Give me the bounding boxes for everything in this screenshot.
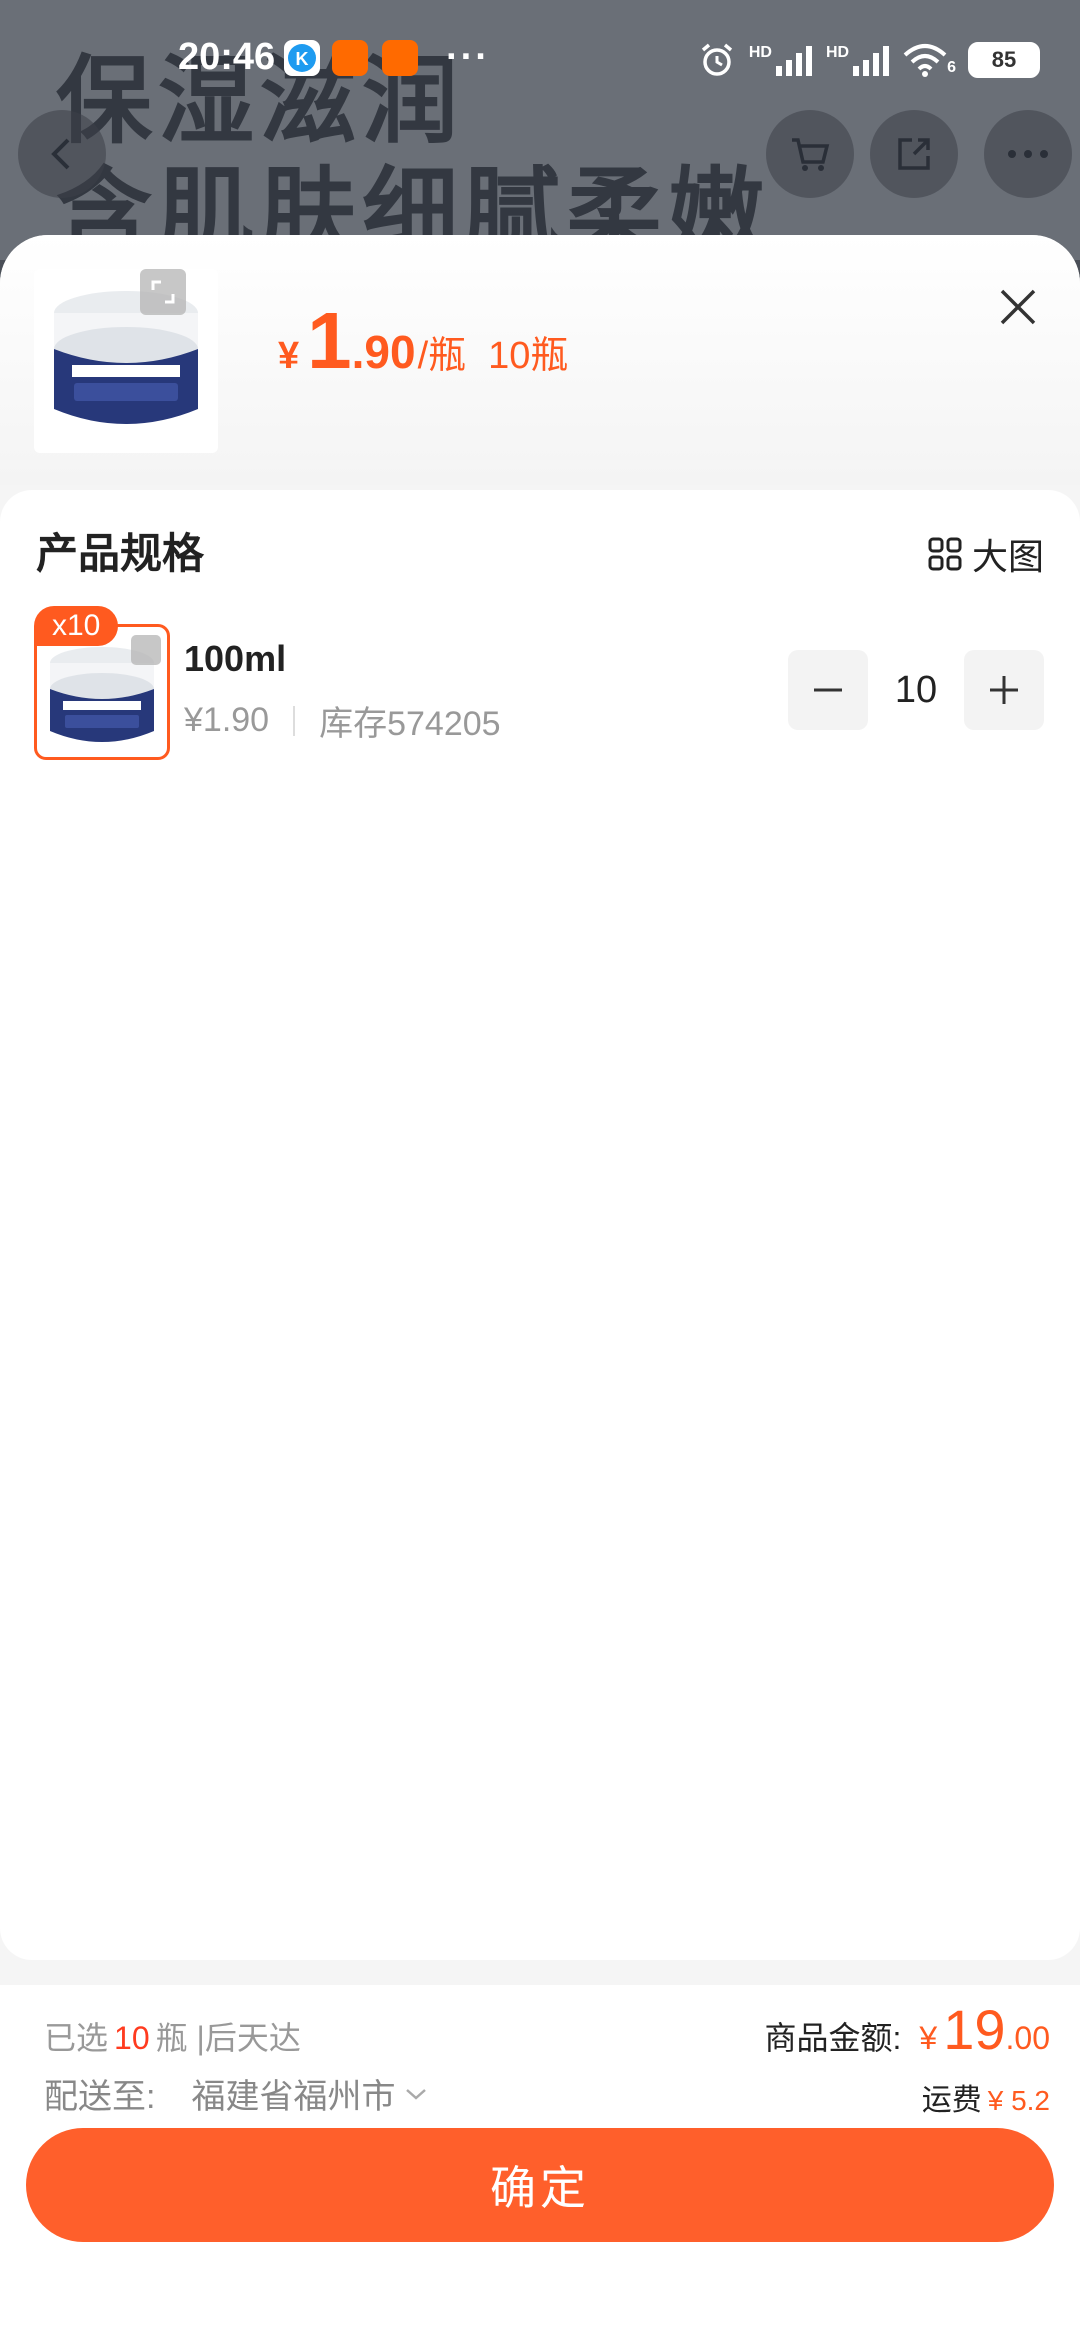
spec-item-meta: ¥1.90 库存574205 <box>184 696 501 745</box>
big-image-toggle[interactable]: 大图 <box>928 528 1044 580</box>
selected-prefix: 已选 <box>44 2020 109 2056</box>
spec-panel: 产品规格 大图 x10 100ml ¥1.90 库存574205 10 <box>0 490 1080 1960</box>
price-display: ¥ 1 .90 /瓶 10瓶 <box>278 295 568 387</box>
expand-icon[interactable] <box>140 269 186 315</box>
order-footer: 已选 10 瓶 |后天达 配送至: 福建省福州市 商品金额: ¥ 19 .00 … <box>0 1985 1080 2340</box>
freight-fee: 运费 ¥ 5.2 <box>922 2075 1050 2119</box>
signal-2-icon: HD <box>826 44 891 76</box>
selected-count: 10 <box>114 2020 150 2056</box>
close-icon <box>1000 289 1036 325</box>
price-decimal: .90 <box>351 326 416 378</box>
quantity-stepper: 10 <box>788 650 1044 730</box>
alibaba-app-icon-2 <box>382 40 418 76</box>
sheet-header: ¥ 1 .90 /瓶 10瓶 <box>0 235 1080 485</box>
status-time: 20:46 <box>178 36 276 78</box>
total-decimal: .00 <box>1005 2020 1050 2056</box>
status-bar: 20:46 K ··· HD HD 6 85 <box>0 0 1080 120</box>
plus-icon <box>990 676 1018 704</box>
quantity-value[interactable]: 10 <box>868 669 964 712</box>
shipping-destination[interactable]: 配送至: 福建省福州市 <box>44 2069 429 2118</box>
ship-city: 福建省福州市 <box>191 2078 396 2116</box>
divider <box>293 705 296 736</box>
quantity-badge: x10 <box>34 606 119 646</box>
price-integer: 1 <box>307 296 352 385</box>
total-label: 商品金额: <box>764 2020 902 2056</box>
price-symbol: ¥ <box>278 335 300 377</box>
app-k-icon: K <box>284 40 320 76</box>
selected-suffix: 瓶 |后天达 <box>155 2020 301 2056</box>
confirm-button[interactable]: 确定 <box>26 2128 1054 2242</box>
chevron-down-icon <box>406 2088 427 2100</box>
freight-value: ¥ 5.2 <box>987 2085 1050 2116</box>
more-notifications-icon: ··· <box>446 36 490 78</box>
battery-icon: 85 <box>968 42 1040 78</box>
minus-icon <box>814 688 842 692</box>
spec-item-price: ¥1.90 <box>184 701 270 739</box>
decrement-button[interactable] <box>788 650 868 730</box>
grid-icon <box>928 537 962 571</box>
increment-button[interactable] <box>964 650 1044 730</box>
freight-label: 运费 <box>921 2084 982 2117</box>
alibaba-app-icon <box>332 40 368 76</box>
status-indicators: HD HD 6 85 <box>697 40 1040 80</box>
ship-label: 配送至: <box>44 2078 156 2116</box>
share-icon[interactable] <box>870 110 958 198</box>
back-icon[interactable] <box>18 110 106 198</box>
total-symbol: ¥ <box>919 2020 938 2056</box>
cream-jar-image <box>54 291 198 424</box>
selected-quantity: 10瓶 <box>488 335 569 377</box>
selection-summary: 已选 10 瓶 |后天达 <box>44 2013 301 2059</box>
alarm-icon <box>701 43 732 76</box>
spec-title: 产品规格 <box>36 530 205 577</box>
spec-item-stock: 库存574205 <box>319 705 501 743</box>
price-unit: /瓶 <box>417 335 467 377</box>
close-button[interactable] <box>990 279 1046 335</box>
signal-1-icon: HD <box>749 44 814 76</box>
product-thumbnail[interactable] <box>34 269 218 453</box>
svg-text:K: K <box>296 49 309 69</box>
expand-icon[interactable] <box>131 635 161 665</box>
total-amount: 商品金额: ¥ 19 .00 <box>765 1997 1050 2062</box>
big-image-label: 大图 <box>971 536 1044 577</box>
more-icon[interactable] <box>984 110 1072 198</box>
spec-item-name: 100ml <box>184 638 287 679</box>
cart-icon[interactable] <box>766 110 854 198</box>
total-integer: 19 <box>943 1998 1006 2061</box>
wifi-icon: 6 <box>903 43 956 77</box>
